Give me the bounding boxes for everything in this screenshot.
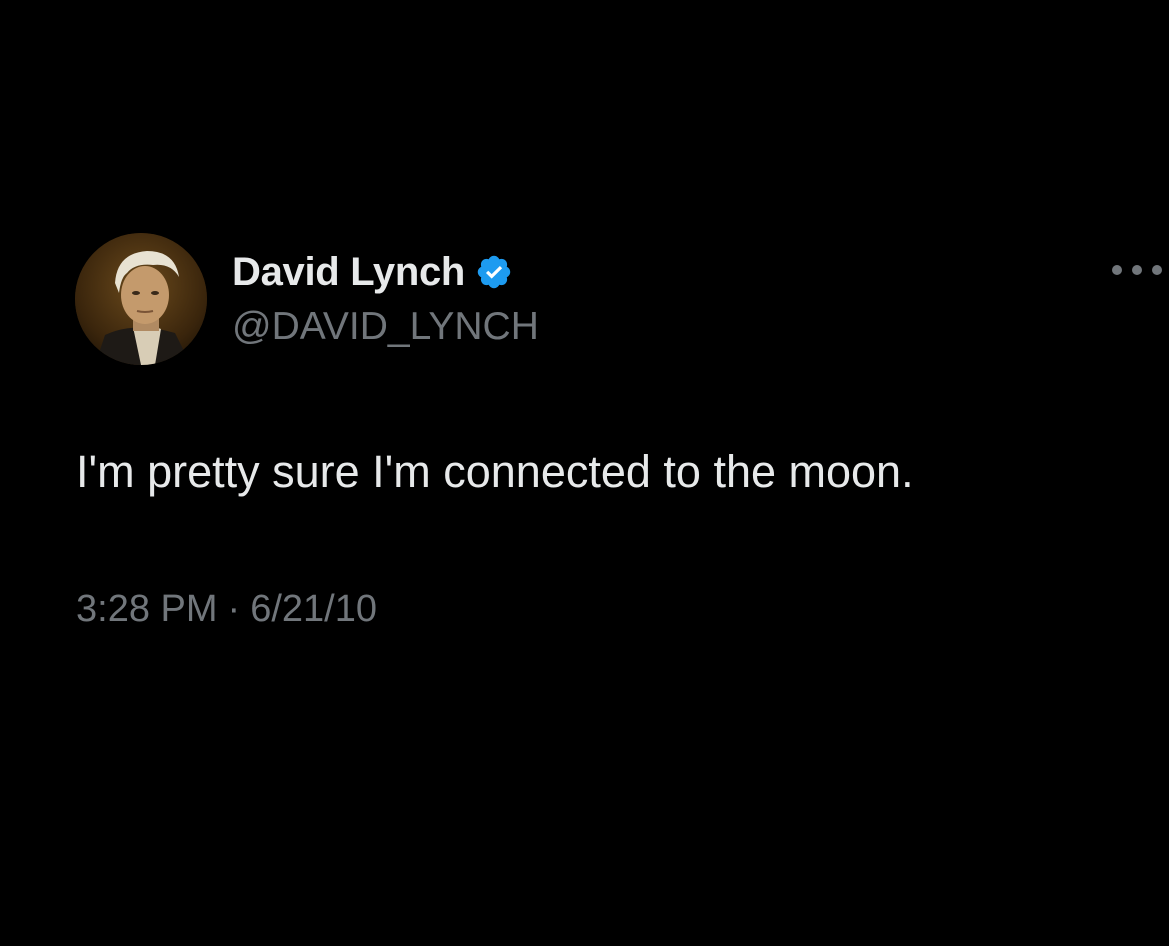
author-avatar[interactable] xyxy=(75,233,207,365)
avatar-photo xyxy=(75,233,207,365)
tweet-date: 6/21/10 xyxy=(250,588,377,630)
author-name-row: David Lynch xyxy=(232,248,513,296)
tweet-timestamp[interactable]: 3:28 PM · 6/21/10 xyxy=(76,586,377,632)
more-dot xyxy=(1112,265,1122,275)
author-display-name[interactable]: David Lynch xyxy=(232,248,465,296)
more-dots-icon[interactable] xyxy=(1112,258,1162,282)
timestamp-separator: · xyxy=(227,588,241,630)
tweet-time: 3:28 PM xyxy=(76,588,218,630)
verified-badge-icon[interactable] xyxy=(475,253,513,291)
tweet: David Lynch @DAVID_LYNCH I'm pretty sure… xyxy=(0,0,1169,946)
more-dot xyxy=(1152,265,1162,275)
more-dot xyxy=(1132,265,1142,275)
author-handle[interactable]: @DAVID_LYNCH xyxy=(232,304,539,350)
tweet-text: I'm pretty sure I'm connected to the moo… xyxy=(76,446,914,497)
